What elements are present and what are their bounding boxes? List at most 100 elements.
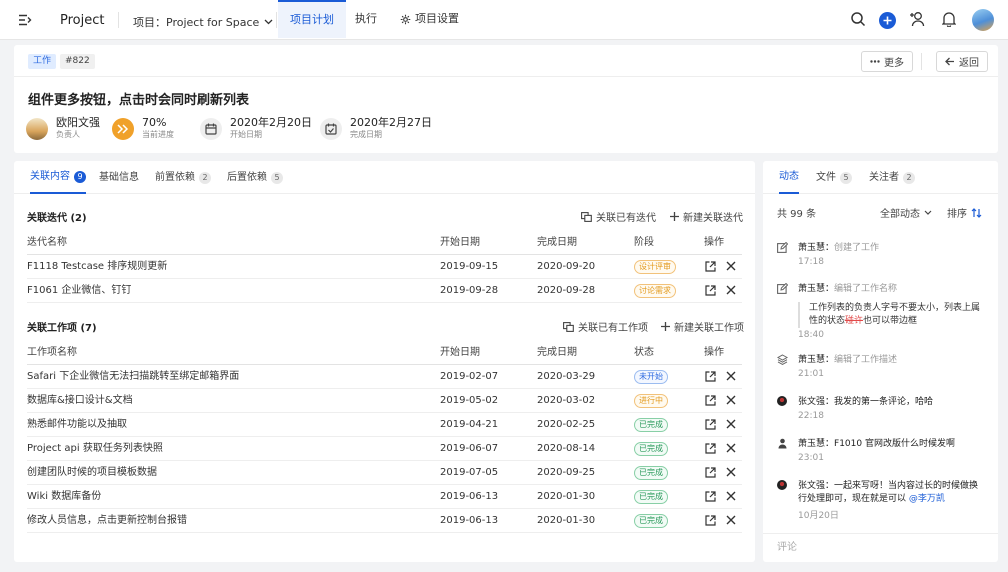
activity-user: 张文强 [798, 397, 826, 407]
task-title[interactable]: 组件更多按钮，点击时会同时刷新列表 [28, 89, 249, 108]
tab-execute[interactable]: 执行 [343, 0, 389, 38]
tab-files[interactable]: 文件 5 [816, 161, 852, 194]
open-external-icon[interactable] [705, 491, 716, 502]
open-external-icon[interactable] [705, 467, 716, 478]
ellipsis-icon [870, 60, 880, 63]
table-row[interactable]: Project api 获取任务列表快照 2019-06-07 2020-08-… [27, 437, 742, 461]
comment-input[interactable]: 评论 [763, 533, 998, 562]
menu-toggle-icon[interactable] [18, 14, 32, 26]
bell-icon[interactable] [942, 11, 956, 27]
end-date-field[interactable]: 2020年2月27日 完成日期 [320, 116, 432, 141]
link-work-item-button[interactable]: 关联已有工作项 [563, 319, 648, 334]
work-item-name[interactable]: Wiki 数据库备份 [27, 485, 101, 509]
close-icon[interactable] [726, 371, 736, 382]
tab-count: 5 [271, 171, 283, 184]
tab-basic-info[interactable]: 基础信息 [99, 161, 139, 194]
activity-time: 17:18 [798, 257, 824, 267]
work-item-name[interactable]: Project api 获取任务列表快照 [27, 437, 163, 461]
assignee-field[interactable]: 欧阳文强 负责人 [26, 116, 100, 141]
app-brand: Project [60, 13, 105, 28]
back-button[interactable]: 返回 [936, 51, 988, 72]
work-item-name[interactable]: 修改人员信息，点击更新控制台报错 [27, 509, 187, 533]
avatar [777, 480, 787, 490]
start-date-field[interactable]: 2020年2月20日 开始日期 [200, 116, 312, 141]
table-row[interactable]: Wiki 数据库备份 2019-06-13 2020-01-30 已完成 [27, 485, 742, 509]
close-icon[interactable] [726, 467, 736, 478]
link-icon [581, 211, 592, 222]
sort-icon [971, 207, 982, 218]
activity-time: 22:18 [798, 411, 824, 421]
open-external-icon[interactable] [705, 419, 716, 430]
work-item-name[interactable]: 数据库&接口设计&文档 [27, 389, 133, 413]
open-external-icon[interactable] [705, 443, 716, 454]
tab-label: 前置依赖 [155, 172, 195, 183]
assignee-avatar [26, 117, 48, 140]
activity-time: 18:40 [798, 330, 824, 340]
tab-activity[interactable]: 动态 [779, 161, 799, 194]
task-header: 工作 #822 更多 返回 组件更多按钮，点击时会同时刷新列表 欧阳文强 负责人 … [14, 45, 998, 153]
table-row[interactable]: 熟悉邮件功能以及抽取 2019-04-21 2020-02-25 已完成 [27, 413, 742, 437]
tab-project-settings[interactable]: 项目设置 [388, 0, 471, 38]
start-date: 2019-06-07 [440, 443, 499, 454]
iteration-name[interactable]: F1118 Testcase 排序规则更新 [27, 255, 167, 279]
tab-label: 后置依赖 [227, 172, 267, 183]
tab-project-plan[interactable]: 项目计划 [278, 0, 346, 38]
tab-related[interactable]: 关联内容 9 [30, 161, 86, 194]
add-circle-icon[interactable] [879, 12, 896, 29]
activity-text: 萧玉慧：编辑了工作名称 [798, 284, 898, 294]
open-external-icon[interactable] [705, 395, 716, 406]
close-icon[interactable] [726, 285, 736, 296]
work-item-name[interactable]: 熟悉邮件功能以及抽取 [27, 413, 127, 437]
close-icon[interactable] [726, 261, 736, 272]
close-icon[interactable] [726, 419, 736, 430]
filter-label: 全部动态 [880, 209, 920, 220]
iteration-name[interactable]: F1061 企业微信、钉钉 [27, 279, 131, 303]
add-member-icon[interactable] [909, 11, 926, 27]
work-item-name[interactable]: Safari 下企业微信无法扫描跳转至绑定邮箱界面 [27, 365, 239, 389]
table-row[interactable]: 数据库&接口设计&文档 2019-05-02 2020-03-02 进行中 [27, 389, 742, 413]
close-icon[interactable] [726, 515, 736, 526]
tab-label: 执行 [355, 12, 377, 25]
project-switcher[interactable]: 项目：Project for Space [133, 14, 273, 30]
tab-label: 文件 [816, 172, 836, 183]
table-row[interactable]: Safari 下企业微信无法扫描跳转至绑定邮箱界面 2019-02-07 202… [27, 365, 742, 389]
activity-filter[interactable]: 全部动态 [880, 205, 932, 220]
mention-link[interactable]: @李万凯 [909, 494, 945, 504]
stage-badge: 讨论需求 [634, 284, 676, 298]
open-external-icon[interactable] [705, 261, 716, 272]
open-external-icon[interactable] [705, 285, 716, 296]
sort-label: 排序 [947, 209, 967, 220]
search-icon[interactable] [850, 11, 866, 27]
end-date: 2020-09-20 [537, 261, 596, 272]
link-iteration-button[interactable]: 关联已有迭代 [581, 209, 656, 224]
open-external-icon[interactable] [705, 371, 716, 382]
tab-label: 关联内容 [30, 171, 70, 182]
iterations-title: 关联迭代 (2) [27, 213, 87, 224]
close-icon[interactable] [726, 491, 736, 502]
end-date: 2020-09-28 [537, 285, 596, 296]
work-item-name[interactable]: 创建团队时候的项目模板数据 [27, 461, 157, 485]
table-row[interactable]: F1118 Testcase 排序规则更新 2019-09-15 2020-09… [27, 255, 742, 279]
table-row[interactable]: 修改人员信息，点击更新控制台报错 2019-06-13 2020-01-30 已… [27, 509, 742, 533]
new-work-item-button[interactable]: 新建关联工作项 [661, 319, 744, 334]
close-icon[interactable] [726, 443, 736, 454]
close-icon[interactable] [726, 395, 736, 406]
divider [276, 12, 277, 28]
open-external-icon[interactable] [705, 515, 716, 526]
user-avatar[interactable] [972, 9, 994, 31]
end-date-label: 完成日期 [350, 130, 382, 139]
more-button[interactable]: 更多 [861, 51, 913, 72]
tab-successors[interactable]: 后置依赖 5 [227, 161, 283, 194]
new-iteration-button[interactable]: 新建关联迭代 [670, 209, 743, 224]
top-bar: Project 项目：Project for Space 项目计划 执行 项目设… [0, 0, 1008, 40]
table-row[interactable]: F1061 企业微信、钉钉 2019-09-28 2020-09-28 讨论需求 [27, 279, 742, 303]
end-date: 2020-01-30 [537, 515, 596, 526]
tab-predecessors[interactable]: 前置依赖 2 [155, 161, 211, 194]
tab-followers[interactable]: 关注者 2 [869, 161, 915, 194]
sort-button[interactable]: 排序 [947, 205, 982, 220]
edit-icon [777, 283, 788, 294]
side-tabs: 动态 文件 5 关注者 2 [763, 161, 998, 194]
progress-field[interactable]: 70% 当前进度 [112, 116, 174, 141]
end-date: 2020-03-29 [537, 371, 596, 382]
table-row[interactable]: 创建团队时候的项目模板数据 2019-07-05 2020-09-25 已完成 [27, 461, 742, 485]
